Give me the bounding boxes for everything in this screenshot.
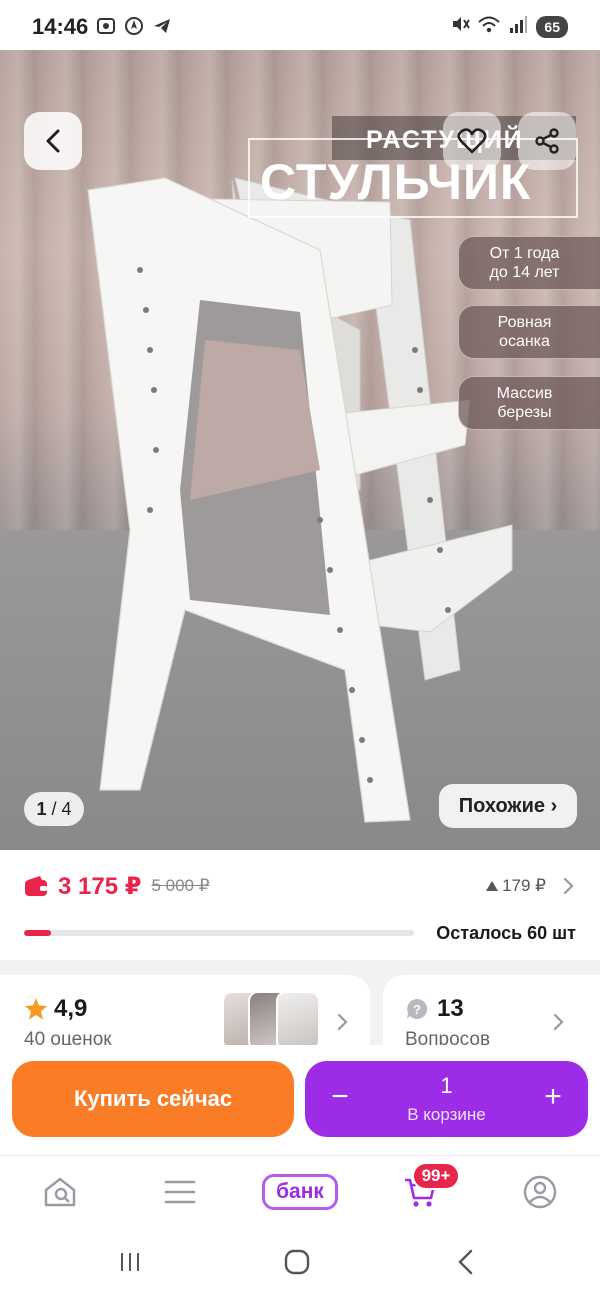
feature-tag-line2: осанка: [499, 333, 550, 350]
chevron-right-icon: [563, 877, 574, 895]
chevron-left-icon: [46, 129, 60, 153]
status-notification-icons: [96, 16, 172, 36]
feature-tag-material: Массив березы: [458, 376, 600, 430]
status-time: 14:46: [32, 14, 89, 39]
feature-tag-line2: до 14 лет: [489, 264, 560, 281]
status-system-icons: 65: [450, 14, 568, 39]
triangle-up-icon: [486, 881, 499, 891]
share-button[interactable]: [518, 112, 576, 170]
price-current: 3 175 ₽: [58, 872, 142, 900]
system-navigation-bar: [0, 1225, 600, 1299]
profile-icon: [523, 1175, 557, 1209]
home-search-icon: [44, 1177, 76, 1207]
stock-progress-bar: [24, 930, 414, 936]
chevron-right-icon: [337, 1013, 348, 1031]
increase-quantity-button[interactable]: +: [538, 1082, 568, 1113]
price-old: 5 000 ₽: [151, 876, 210, 895]
rating-value: 4,9: [54, 995, 88, 1022]
status-bar: 14:46 65: [0, 0, 600, 50]
similar-products-button[interactable]: Похожие ›: [439, 784, 577, 828]
screenshot-icon: [96, 16, 116, 36]
bottom-navigation: банк 99+: [0, 1155, 600, 1225]
mute-icon: [450, 14, 471, 39]
nav-bank[interactable]: банк: [262, 1174, 338, 1210]
battery-indicator: 65: [536, 15, 568, 38]
system-back-button[interactable]: [446, 1247, 486, 1277]
wifi-icon: [478, 14, 501, 39]
home-circle-icon: [284, 1249, 310, 1275]
product-gallery[interactable]: РАСТУЩИЙ СТУЛЬЧИК От 1 года до 14 лет Ро…: [0, 50, 600, 850]
gallery-counter: 1 / 4: [24, 792, 84, 826]
recent-apps-button[interactable]: [110, 1247, 150, 1277]
menu-icon: [164, 1180, 196, 1204]
favorite-button[interactable]: [443, 112, 501, 170]
review-photo-thumb: [276, 991, 320, 1051]
price-row[interactable]: 3 175 ₽ 5 000 ₽ 179 ₽: [24, 868, 576, 904]
gallery-counter-total: / 4: [51, 799, 72, 819]
questions-value: 13: [437, 995, 464, 1022]
stock-remaining: Осталось 60 шт: [436, 922, 576, 943]
svg-text:?: ?: [413, 1002, 421, 1017]
price-delta-value: 179 ₽: [502, 876, 546, 895]
question-bubble-icon: ?: [407, 998, 428, 1019]
feature-tag-posture: Ровная осанка: [458, 305, 600, 359]
heart-icon: [457, 128, 487, 154]
feature-tag-line1: Массив: [496, 385, 553, 402]
home-button[interactable]: [277, 1247, 317, 1277]
feature-tag-line1: Ровная: [497, 314, 552, 331]
star-icon: [25, 998, 47, 1020]
questions-value-row: ? 13: [405, 995, 464, 1023]
nav-home[interactable]: [38, 1170, 82, 1214]
back-button[interactable]: [24, 112, 82, 170]
buy-bar: Купить сейчас − 1 В корзине +: [0, 1045, 600, 1155]
nav-profile[interactable]: [518, 1170, 562, 1214]
price-delta: 179 ₽: [486, 876, 546, 896]
feature-tag-line2: березы: [497, 404, 552, 421]
stock-row: Осталось 60 шт: [24, 918, 576, 948]
telegram-icon: [152, 16, 172, 36]
feature-tag-age: От 1 года до 14 лет: [458, 236, 600, 290]
signal-icon: [508, 14, 528, 39]
app-notification-icon: [124, 16, 144, 36]
recent-apps-icon: [121, 1253, 139, 1271]
chevron-left-icon: [458, 1249, 473, 1275]
cart-quantity-stepper: − 1 В корзине +: [305, 1061, 588, 1137]
stock-progress-fill: [24, 930, 52, 936]
gallery-counter-current: 1: [36, 799, 47, 819]
buy-now-button[interactable]: Купить сейчас: [12, 1061, 294, 1137]
chevron-right-icon: [553, 1013, 564, 1031]
cart-badge: 99+: [412, 1162, 460, 1190]
share-icon: [535, 128, 559, 154]
nav-catalog[interactable]: [158, 1170, 202, 1214]
feature-tag-line1: От 1 года: [489, 245, 560, 262]
rating-value-row: 4,9: [24, 995, 87, 1023]
review-photos[interactable]: [222, 991, 322, 1051]
wallet-icon: [25, 876, 47, 896]
